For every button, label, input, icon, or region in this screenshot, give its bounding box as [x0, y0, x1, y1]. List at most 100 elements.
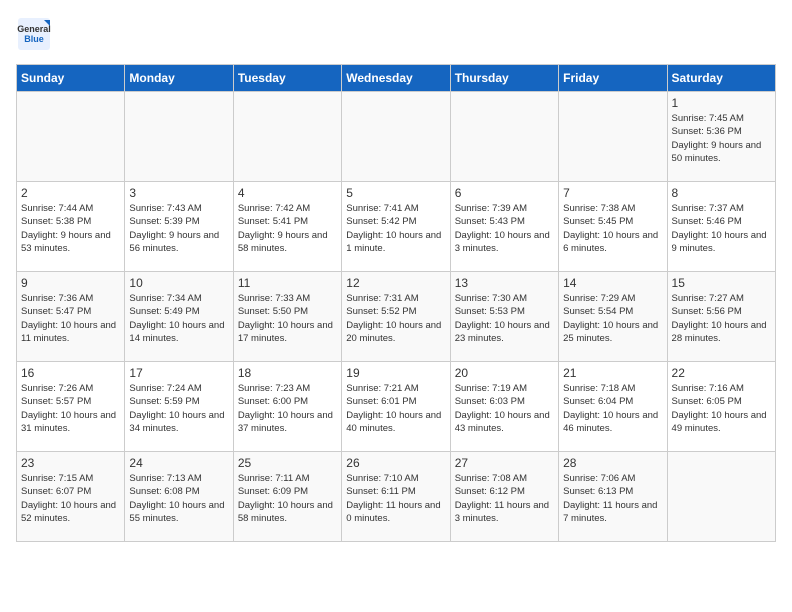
calendar-cell — [667, 452, 775, 542]
day-detail-text: Sunrise: 7:18 AM Sunset: 6:04 PM Dayligh… — [563, 382, 662, 435]
calendar-cell: 10Sunrise: 7:34 AM Sunset: 5:49 PM Dayli… — [125, 272, 233, 362]
day-detail-text: Sunrise: 7:16 AM Sunset: 6:05 PM Dayligh… — [672, 382, 771, 435]
svg-text:General: General — [17, 24, 51, 34]
day-detail-text: Sunrise: 7:15 AM Sunset: 6:07 PM Dayligh… — [21, 472, 120, 525]
calendar-cell: 19 Sunrise: 7:21 AM Sunset: 6:01 PM Dayli… — [342, 362, 450, 452]
calendar-week-row: 16 Sunrise: 7:26 AM Sunset: 5:57 PM Dayli… — [17, 362, 776, 452]
calendar-cell: 9 Sunrise: 7:36 AM Sunset: 5:47 PM Daylig… — [17, 272, 125, 362]
logo-icon: General Blue — [16, 16, 52, 52]
calendar-header-row: SundayMondayTuesdayWednesdayThursdayFrid… — [17, 65, 776, 92]
day-detail-text: Sunrise: 7:34 AM Sunset: 5:49 PM Dayligh… — [129, 292, 228, 345]
calendar-cell: 24 Sunrise: 7:13 AM Sunset: 6:08 PM Dayli… — [125, 452, 233, 542]
calendar-cell: 17 Sunrise: 7:24 AM Sunset: 5:59 PM Dayli… — [125, 362, 233, 452]
day-detail-text: Sunrise: 7:37 AM Sunset: 5:46 PM Dayligh… — [672, 202, 771, 255]
day-detail-text: Sunrise: 7:08 AM Sunset: 6:12 PM Dayligh… — [455, 472, 554, 525]
day-number: 27 — [455, 456, 554, 470]
day-number: 14 — [563, 276, 662, 290]
day-number: 25 — [238, 456, 337, 470]
day-detail-text: Sunrise: 7:26 AM Sunset: 5:57 PM Dayligh… — [21, 382, 120, 435]
calendar-week-row: 1 Sunrise: 7:45 AM Sunset: 5:36 PM Daylig… — [17, 92, 776, 182]
day-detail-text: Sunrise: 7:41 AM Sunset: 5:42 PM Dayligh… — [346, 202, 445, 255]
calendar-week-row: 2 Sunrise: 7:44 AM Sunset: 5:38 PM Daylig… — [17, 182, 776, 272]
day-number: 15 — [672, 276, 771, 290]
calendar-cell: 28 Sunrise: 7:06 AM Sunset: 6:13 PM Dayli… — [559, 452, 667, 542]
day-number: 12 — [346, 276, 445, 290]
day-detail-text: Sunrise: 7:45 AM Sunset: 5:36 PM Dayligh… — [672, 112, 771, 165]
day-number: 21 — [563, 366, 662, 380]
day-detail-text: Sunrise: 7:24 AM Sunset: 5:59 PM Dayligh… — [129, 382, 228, 435]
calendar-cell — [342, 92, 450, 182]
day-header-sunday: Sunday — [17, 65, 125, 92]
day-detail-text: Sunrise: 7:13 AM Sunset: 6:08 PM Dayligh… — [129, 472, 228, 525]
calendar-cell: 27 Sunrise: 7:08 AM Sunset: 6:12 PM Dayli… — [450, 452, 558, 542]
calendar-cell: 6 Sunrise: 7:39 AM Sunset: 5:43 PM Daylig… — [450, 182, 558, 272]
calendar-cell: 14 Sunrise: 7:29 AM Sunset: 5:54 PM Dayli… — [559, 272, 667, 362]
day-number: 18 — [238, 366, 337, 380]
day-number: 11 — [238, 276, 337, 290]
calendar-week-row: 23 Sunrise: 7:15 AM Sunset: 6:07 PM Dayli… — [17, 452, 776, 542]
day-detail-text: Sunrise: 7:29 AM Sunset: 5:54 PM Dayligh… — [563, 292, 662, 345]
calendar-cell: 22Sunrise: 7:16 AM Sunset: 6:05 PM Dayli… — [667, 362, 775, 452]
logo: General Blue — [16, 16, 52, 52]
day-detail-text: Sunrise: 7:36 AM Sunset: 5:47 PM Dayligh… — [21, 292, 120, 345]
day-number: 8 — [672, 186, 771, 200]
day-detail-text: Sunrise: 7:44 AM Sunset: 5:38 PM Dayligh… — [21, 202, 120, 255]
svg-text:Blue: Blue — [24, 34, 44, 44]
calendar-cell: 8 Sunrise: 7:37 AM Sunset: 5:46 PM Daylig… — [667, 182, 775, 272]
day-detail-text: Sunrise: 7:31 AM Sunset: 5:52 PM Dayligh… — [346, 292, 445, 345]
day-detail-text: Sunrise: 7:39 AM Sunset: 5:43 PM Dayligh… — [455, 202, 554, 255]
day-number: 2 — [21, 186, 120, 200]
calendar-cell — [125, 92, 233, 182]
day-detail-text: Sunrise: 7:10 AM Sunset: 6:11 PM Dayligh… — [346, 472, 445, 525]
day-detail-text: Sunrise: 7:43 AM Sunset: 5:39 PM Dayligh… — [129, 202, 228, 255]
day-number: 13 — [455, 276, 554, 290]
day-detail-text: Sunrise: 7:11 AM Sunset: 6:09 PM Dayligh… — [238, 472, 337, 525]
calendar-cell: 3 Sunrise: 7:43 AM Sunset: 5:39 PM Daylig… — [125, 182, 233, 272]
day-header-thursday: Thursday — [450, 65, 558, 92]
calendar-cell — [233, 92, 341, 182]
day-number: 1 — [672, 96, 771, 110]
day-number: 23 — [21, 456, 120, 470]
day-number: 20 — [455, 366, 554, 380]
day-number: 9 — [21, 276, 120, 290]
day-number: 16 — [21, 366, 120, 380]
calendar-cell: 18 Sunrise: 7:23 AM Sunset: 6:00 PM Dayli… — [233, 362, 341, 452]
day-number: 7 — [563, 186, 662, 200]
day-header-friday: Friday — [559, 65, 667, 92]
calendar-cell: 25 Sunrise: 7:11 AM Sunset: 6:09 PM Dayli… — [233, 452, 341, 542]
calendar-cell: 13 Sunrise: 7:30 AM Sunset: 5:53 PM Dayli… — [450, 272, 558, 362]
calendar-cell: 4 Sunrise: 7:42 AM Sunset: 5:41 PM Daylig… — [233, 182, 341, 272]
day-number: 3 — [129, 186, 228, 200]
day-header-wednesday: Wednesday — [342, 65, 450, 92]
day-number: 4 — [238, 186, 337, 200]
calendar-cell — [559, 92, 667, 182]
calendar-cell: 15 Sunrise: 7:27 AM Sunset: 5:56 PM Dayli… — [667, 272, 775, 362]
day-number: 19 — [346, 366, 445, 380]
calendar-cell: 12 Sunrise: 7:31 AM Sunset: 5:52 PM Dayli… — [342, 272, 450, 362]
day-detail-text: Sunrise: 7:42 AM Sunset: 5:41 PM Dayligh… — [238, 202, 337, 255]
day-detail-text: Sunrise: 7:23 AM Sunset: 6:00 PM Dayligh… — [238, 382, 337, 435]
day-number: 28 — [563, 456, 662, 470]
day-number: 24 — [129, 456, 228, 470]
day-detail-text: Sunrise: 7:30 AM Sunset: 5:53 PM Dayligh… — [455, 292, 554, 345]
calendar-cell: 5 Sunrise: 7:41 AM Sunset: 5:42 PM Daylig… — [342, 182, 450, 272]
calendar-cell: 23 Sunrise: 7:15 AM Sunset: 6:07 PM Dayli… — [17, 452, 125, 542]
day-number: 17 — [129, 366, 228, 380]
day-detail-text: Sunrise: 7:21 AM Sunset: 6:01 PM Dayligh… — [346, 382, 445, 435]
day-detail-text: Sunrise: 7:33 AM Sunset: 5:50 PM Dayligh… — [238, 292, 337, 345]
calendar-cell: 21 Sunrise: 7:18 AM Sunset: 6:04 PM Dayli… — [559, 362, 667, 452]
day-detail-text: Sunrise: 7:06 AM Sunset: 6:13 PM Dayligh… — [563, 472, 662, 525]
calendar-cell: 1 Sunrise: 7:45 AM Sunset: 5:36 PM Daylig… — [667, 92, 775, 182]
calendar-cell: 2 Sunrise: 7:44 AM Sunset: 5:38 PM Daylig… — [17, 182, 125, 272]
calendar-cell: 26Sunrise: 7:10 AM Sunset: 6:11 PM Dayli… — [342, 452, 450, 542]
calendar-cell: 16 Sunrise: 7:26 AM Sunset: 5:57 PM Dayli… — [17, 362, 125, 452]
day-header-monday: Monday — [125, 65, 233, 92]
day-number: 6 — [455, 186, 554, 200]
calendar-cell: 7Sunrise: 7:38 AM Sunset: 5:45 PM Daylig… — [559, 182, 667, 272]
day-detail-text: Sunrise: 7:27 AM Sunset: 5:56 PM Dayligh… — [672, 292, 771, 345]
day-detail-text: Sunrise: 7:19 AM Sunset: 6:03 PM Dayligh… — [455, 382, 554, 435]
day-number: 5 — [346, 186, 445, 200]
calendar-cell: 20 Sunrise: 7:19 AM Sunset: 6:03 PM Dayli… — [450, 362, 558, 452]
calendar-cell — [450, 92, 558, 182]
day-header-tuesday: Tuesday — [233, 65, 341, 92]
